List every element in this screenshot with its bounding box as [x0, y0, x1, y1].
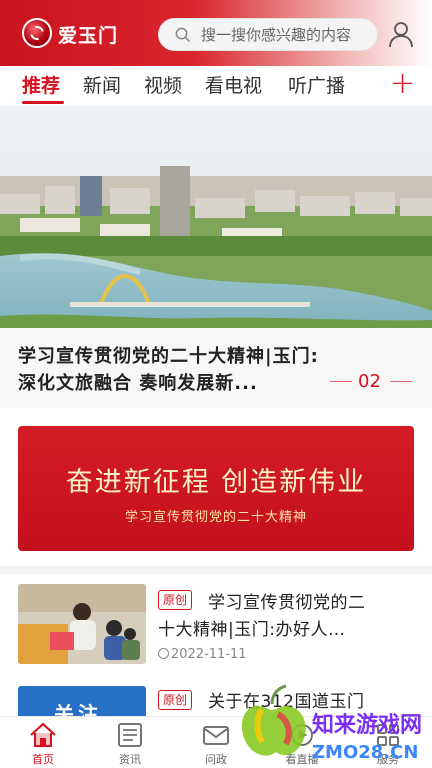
- nav-news[interactable]: 资讯: [100, 721, 160, 767]
- site-watermark: 知来游戏网 ZMO28.CN: [232, 676, 432, 768]
- category-tabs: 推荐 新闻 视频 看电视 听广播 +: [0, 66, 432, 106]
- add-tab-button[interactable]: +: [390, 66, 415, 101]
- section-divider: [0, 566, 432, 574]
- search-icon: [175, 27, 190, 42]
- promo-subline: 学习宣传贯彻党的二十大精神: [124, 510, 307, 525]
- news-thumbnail: [18, 584, 146, 664]
- promo-banner[interactable]: 奋进新征程 创造新伟业 学习宣传贯彻党的二十大精神: [18, 426, 414, 551]
- active-tab-indicator: [22, 101, 64, 104]
- clock-icon: [158, 648, 169, 659]
- banner-title-line1: 学习宣传贯彻党的二十大精神|玉门:: [18, 346, 319, 367]
- user-icon[interactable]: [388, 20, 414, 48]
- banner-pager: 02: [330, 371, 416, 392]
- list-item[interactable]: 原创 学习宣传贯彻党的二 十大精神|玉门:办好人… 2022-11-11: [0, 584, 432, 674]
- banner-page-number: 02: [358, 371, 381, 392]
- top-header: 爱玉门: [0, 0, 432, 66]
- app-name: 爱玉门: [58, 25, 119, 47]
- tab-recommend[interactable]: 推荐: [22, 71, 60, 98]
- app-logo[interactable]: [22, 18, 52, 48]
- news-date: 2022-11-11: [171, 647, 247, 662]
- banner-title-line2: 深化文旅融合 奏响发展新...: [18, 373, 258, 394]
- tab-news[interactable]: 新闻: [83, 71, 121, 98]
- mail-icon: [203, 726, 229, 745]
- banner-caption[interactable]: 学习宣传贯彻党的二十大精神|玉门: 深化文旅融合 奏响发展新... 02: [0, 328, 432, 408]
- news-icon: [118, 723, 142, 747]
- nav-home[interactable]: 首页: [13, 721, 73, 767]
- watermark-text: 知来游戏网: [312, 712, 422, 738]
- news-title-line2: 十大精神|玉门:办好人…: [158, 620, 346, 640]
- tab-tv[interactable]: 看电视: [205, 71, 262, 98]
- original-badge: 原创: [158, 590, 193, 610]
- home-icon: [30, 722, 56, 747]
- search-bar[interactable]: [158, 18, 378, 51]
- promo-headline: 奋进新征程 创造新伟业: [65, 467, 367, 498]
- watermark-url: ZMO28.CN: [312, 742, 418, 763]
- tab-video[interactable]: 视频: [144, 71, 182, 98]
- search-input[interactable]: [201, 24, 371, 46]
- banner-carousel[interactable]: [0, 106, 432, 328]
- tab-radio[interactable]: 听广播: [288, 71, 345, 98]
- original-badge: 原创: [158, 690, 193, 710]
- city-aerial-image: [0, 106, 432, 328]
- news-title-line1: 学习宣传贯彻党的二: [208, 593, 366, 613]
